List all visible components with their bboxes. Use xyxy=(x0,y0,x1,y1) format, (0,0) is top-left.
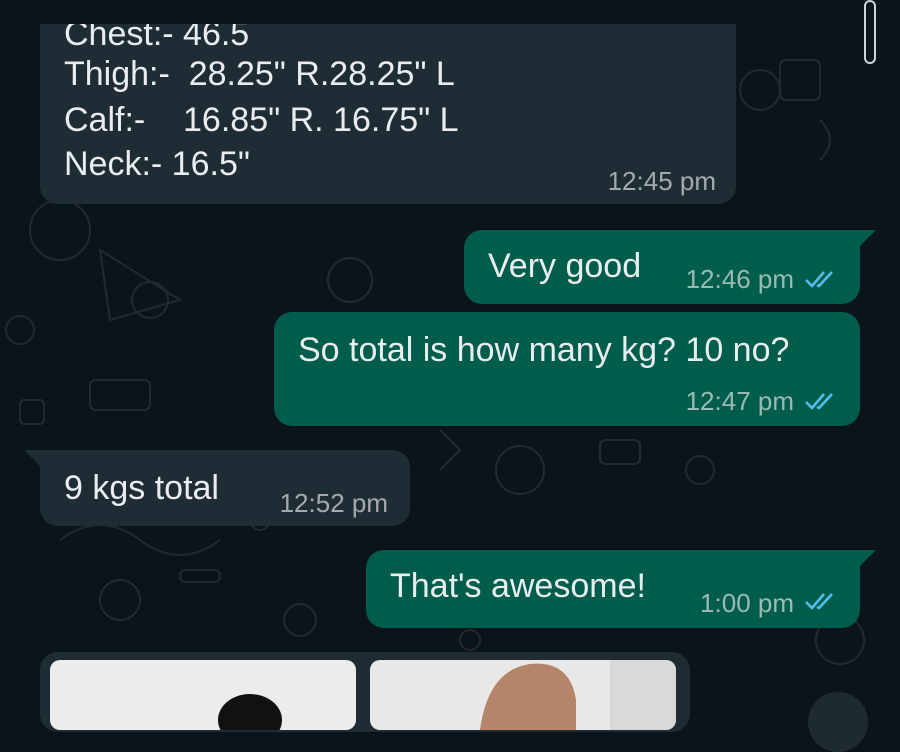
message-text: Very good xyxy=(488,247,642,285)
bubble-tail xyxy=(24,450,40,466)
photo-thumbnail-2[interactable] xyxy=(370,660,676,730)
outgoing-message-awesome[interactable]: That's awesome! 1:00 pm xyxy=(366,550,876,628)
message-text: 9 kgs total xyxy=(64,469,219,507)
photo-thumbnail-1[interactable] xyxy=(50,660,356,730)
scroll-to-bottom-button[interactable] xyxy=(808,692,868,752)
photo-content xyxy=(480,660,676,730)
top-edge xyxy=(0,0,900,24)
message-timestamp: 12:46 pm xyxy=(685,264,794,294)
double-check-read-icon xyxy=(805,593,833,610)
message-timestamp: 12:47 pm xyxy=(685,386,794,416)
outgoing-message-very-good[interactable]: Very good 12:46 pm xyxy=(464,230,876,304)
message-line-neck: Neck:- 16.5" xyxy=(64,145,250,183)
double-check-read-icon xyxy=(805,271,833,288)
double-check-read-icon xyxy=(805,393,833,410)
message-line-thigh: Thigh:- 28.25" R.28.25" L xyxy=(64,55,455,93)
message-text: So total is how many kg? 10 no? xyxy=(298,331,790,369)
incoming-message-9-kgs[interactable]: 9 kgs total 12:52 pm xyxy=(24,450,410,526)
scrollbar-thumb[interactable] xyxy=(864,0,876,64)
message-timestamp: 12:45 pm xyxy=(607,166,716,196)
photo-content xyxy=(218,694,282,730)
outgoing-message-total-question[interactable]: So total is how many kg? 10 no? 12:47 pm xyxy=(274,312,860,426)
incoming-message-measurements[interactable]: Chest:- 46.5 Thigh:- 28.25" R.28.25" L C… xyxy=(40,0,736,204)
message-timestamp: 1:00 pm xyxy=(700,588,794,618)
bubble-tail xyxy=(860,230,876,246)
message-line-calf: Calf:- 16.85" R. 16.75" L xyxy=(64,101,459,139)
message-timestamp: 12:52 pm xyxy=(279,488,388,518)
message-text: That's awesome! xyxy=(390,567,646,605)
bubble-tail xyxy=(860,550,876,566)
